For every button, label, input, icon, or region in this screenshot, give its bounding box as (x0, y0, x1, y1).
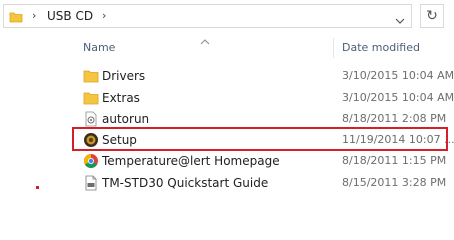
chevron-right-icon: › (32, 9, 37, 22)
refresh-icon: ↻ (426, 8, 438, 24)
folder-icon (83, 90, 99, 106)
column-header-date[interactable]: Date modified (342, 41, 420, 54)
file-name: Extras (102, 91, 140, 105)
pdf-file-icon (83, 175, 99, 191)
column-header-name[interactable]: Name (83, 41, 115, 54)
file-row-extras[interactable]: Extras 3/10/2015 10:04 AM (78, 87, 454, 109)
file-name: autorun (102, 112, 150, 126)
file-row-quickstart-guide[interactable]: TM-STD30 Quickstart Guide 8/15/2011 3:28… (78, 172, 448, 194)
folder-icon (83, 68, 99, 84)
breadcrumb-item[interactable]: USB CD (47, 9, 93, 23)
file-name: TM-STD30 Quickstart Guide (102, 176, 269, 190)
file-date: 3/10/2015 10:04 AM (342, 91, 454, 104)
file-name: Temperature@lert Homepage (102, 154, 280, 168)
autorun-file-icon (83, 111, 99, 127)
file-name: Drivers (102, 69, 146, 83)
file-date: 3/10/2015 10:04 AM (342, 69, 454, 82)
sort-up-icon (200, 30, 210, 49)
file-date: 8/18/2011 2:08 PM (342, 112, 447, 125)
refresh-button[interactable]: ↻ (420, 4, 444, 28)
annotation-dot (36, 186, 39, 189)
file-date: 8/15/2011 3:28 PM (342, 176, 447, 189)
file-row-drivers[interactable]: Drivers 3/10/2015 10:04 AM (78, 65, 454, 87)
chevron-down-icon[interactable] (395, 11, 405, 30)
chevron-right-icon[interactable]: › (102, 9, 106, 22)
folder-icon (9, 9, 23, 28)
file-date: 8/18/2011 1:15 PM (342, 154, 447, 167)
file-row-homepage[interactable]: Temperature@lert Homepage 8/18/2011 1:15… (78, 150, 448, 172)
chrome-icon (83, 153, 99, 169)
column-divider[interactable] (333, 38, 334, 58)
address-bar[interactable]: › USB CD › (3, 4, 412, 28)
highlight-box (72, 127, 448, 151)
